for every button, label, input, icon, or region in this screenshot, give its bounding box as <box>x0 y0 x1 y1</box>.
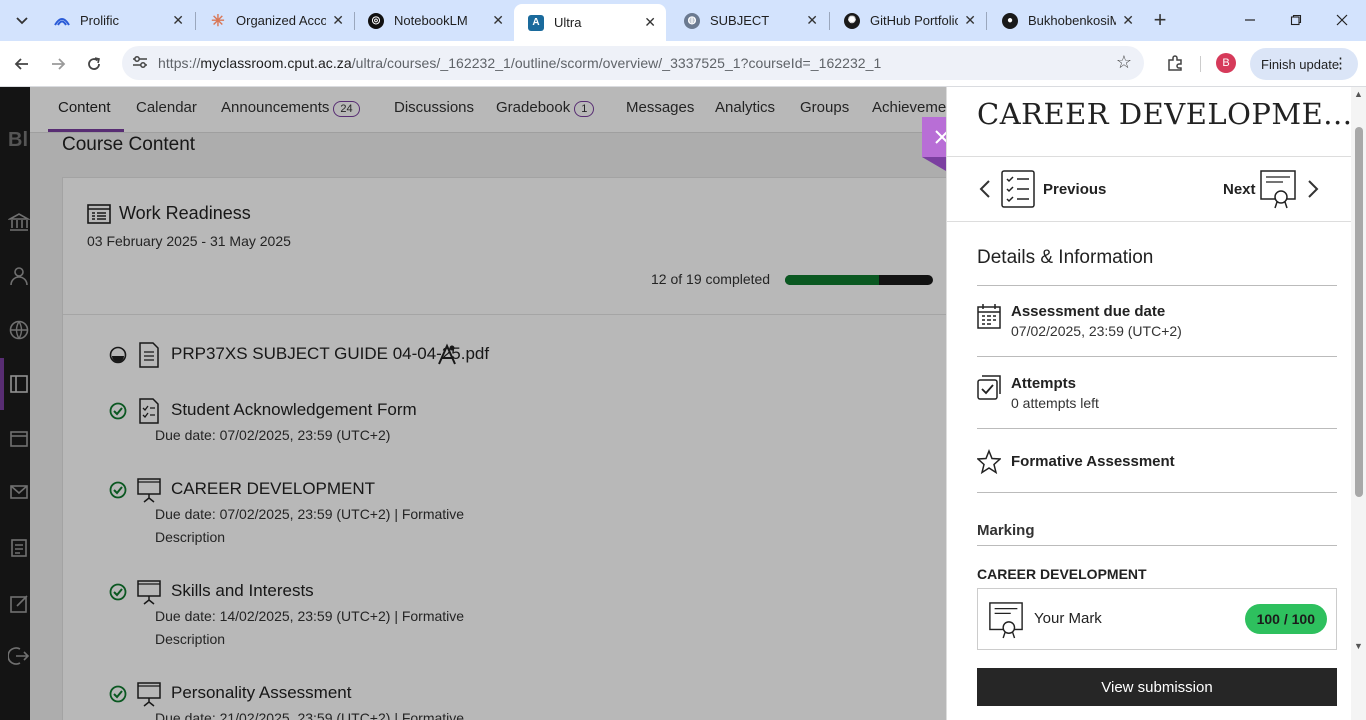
reload-icon[interactable] <box>80 50 108 78</box>
toolbar-separator <box>1200 56 1201 72</box>
panel-scrollbar[interactable]: ▲ ▼ <box>1351 87 1366 720</box>
url-bar[interactable]: https://myclassroom.cput.ac.za/ultra/cou… <box>122 46 1144 80</box>
tab-github-profile[interactable]: ● BukhobenkosiM ✕ <box>988 5 1144 36</box>
prev-next-navigation: Previous Next <box>947 157 1351 221</box>
your-mark-box: Your Mark 100 / 100 <box>977 588 1337 650</box>
notebooklm-icon: ◎ <box>368 12 384 29</box>
close-tab-icon[interactable]: ✕ <box>332 12 344 29</box>
more-vert-icon[interactable]: ⋮ <box>1333 54 1348 72</box>
marking-heading: Marking <box>977 522 1035 539</box>
scroll-up-icon[interactable]: ▲ <box>1354 89 1363 99</box>
marking-item-title: CAREER DEVELOPMENT <box>977 566 1147 582</box>
attempts-value: 0 attempts left <box>1011 395 1099 411</box>
due-date-value: 07/02/2025, 23:59 (UTC+2) <box>1011 323 1182 339</box>
tab-github-portfolio[interactable]: ✺ GitHub Portfolio ✕ <box>830 5 986 36</box>
extensions-icon[interactable] <box>1162 50 1188 76</box>
panel-divider <box>947 221 1351 222</box>
chevron-left-icon <box>979 179 991 205</box>
url-path: /ultra/courses/_162232_1/outline/scorm/o… <box>351 55 882 71</box>
github-icon: ● <box>1002 12 1018 29</box>
profile-avatar[interactable]: B <box>1216 53 1236 73</box>
tab-title: NotebookLM <box>394 13 468 28</box>
tab-title: Prolific <box>80 13 120 28</box>
close-tab-fold <box>922 157 946 171</box>
next-label: Next <box>1223 181 1256 198</box>
globe-icon: ◍ <box>684 12 700 29</box>
prolific-icon <box>54 13 70 29</box>
formative-label: Formative Assessment <box>1011 453 1175 470</box>
tab-title: Organized Acco <box>236 13 327 28</box>
new-tab-icon[interactable]: + <box>1146 6 1174 34</box>
previous-label: Previous <box>1043 181 1107 198</box>
section-divider <box>977 492 1337 493</box>
openai-icon: ✺ <box>844 12 860 29</box>
due-date-label: Assessment due date <box>1011 303 1166 320</box>
attempts-label: Attempts <box>1011 375 1077 392</box>
close-tab-icon[interactable]: ✕ <box>1122 12 1134 29</box>
view-submission-button[interactable]: View submission <box>977 668 1337 706</box>
modal-backdrop[interactable] <box>0 87 946 720</box>
site-info-icon[interactable] <box>132 55 148 72</box>
url-text: https://myclassroom.cput.ac.za/ultra/cou… <box>158 55 881 71</box>
calendar-icon <box>977 304 1001 329</box>
chevron-right-icon <box>1307 179 1319 205</box>
certificate-icon <box>1260 170 1296 209</box>
close-window-icon[interactable] <box>1319 0 1365 40</box>
browser-tab-bar: Prolific ✕ ✳ Organized Acco ✕ ◎ Notebook… <box>0 0 1366 41</box>
url-scheme: https:// <box>158 55 201 71</box>
details-panel: CAREER DEVELOPME... Previous Next Detail… <box>946 87 1366 720</box>
restore-icon[interactable] <box>1273 0 1319 40</box>
address-bar-row: https://myclassroom.cput.ac.za/ultra/cou… <box>0 41 1366 87</box>
close-tab-icon[interactable]: ✕ <box>964 12 976 29</box>
mark-score-badge: 100 / 100 <box>1244 604 1327 634</box>
tab-title: Ultra <box>554 15 582 30</box>
scroll-down-icon[interactable]: ▼ <box>1354 641 1363 651</box>
section-divider <box>977 545 1337 546</box>
certificate-icon <box>989 602 1023 639</box>
section-divider <box>977 428 1337 429</box>
star-icon <box>977 449 1001 475</box>
ultra-icon: A <box>528 14 544 31</box>
tab-ultra[interactable]: A Ultra ✕ <box>514 4 666 41</box>
forward-icon[interactable] <box>44 50 72 78</box>
tab-title: SUBJECT <box>710 13 770 28</box>
url-host: myclassroom.cput.ac.za <box>200 55 352 71</box>
attempts-check-icon <box>977 375 1001 400</box>
checklist-icon <box>1001 170 1035 208</box>
tab-organized-accounts[interactable]: ✳ Organized Acco ✕ <box>196 5 354 36</box>
back-icon[interactable] <box>8 50 36 78</box>
panel-title: CAREER DEVELOPME... <box>977 97 1353 131</box>
close-tab-icon[interactable]: ✕ <box>806 12 818 29</box>
finish-update-label: Finish update <box>1261 56 1340 72</box>
claude-icon: ✳ <box>211 12 225 30</box>
bookmark-star-icon[interactable]: ☆ <box>1116 52 1132 73</box>
close-tab-icon[interactable]: ✕ <box>492 12 504 29</box>
tab-title: BukhobenkosiM <box>1028 13 1117 28</box>
minimize-icon[interactable] <box>1227 0 1273 40</box>
section-divider <box>977 285 1337 286</box>
page-content: Bl Content Calendar Announcements 24 Dis… <box>0 87 1366 720</box>
details-heading: Details & Information <box>977 247 1154 268</box>
tab-search-icon[interactable] <box>8 6 36 34</box>
close-tab-icon[interactable]: ✕ <box>172 12 184 29</box>
tab-separator <box>986 12 987 30</box>
close-tab-icon[interactable]: ✕ <box>644 14 656 31</box>
finish-update-button[interactable]: Finish update ⋮ <box>1250 48 1358 80</box>
scrollbar-thumb[interactable] <box>1355 127 1363 497</box>
tab-prolific[interactable]: Prolific ✕ <box>40 5 194 36</box>
tab-notebooklm[interactable]: ◎ NotebookLM ✕ <box>354 5 514 36</box>
section-divider <box>977 356 1337 357</box>
tab-title: GitHub Portfolio <box>870 13 959 28</box>
your-mark-label: Your Mark <box>1034 610 1102 627</box>
tab-subject[interactable]: ◍ SUBJECT ✕ <box>670 5 828 36</box>
